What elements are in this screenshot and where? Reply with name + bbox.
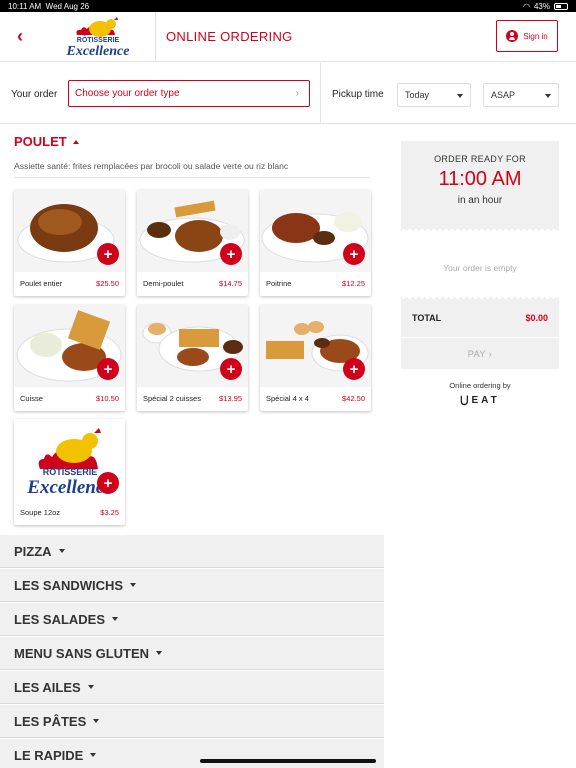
chevron-down-icon: [90, 753, 97, 757]
chevron-down-icon: [545, 94, 551, 98]
order-ready-box: ORDER READY FOR 11:00 AM in an hour: [401, 141, 559, 233]
chevron-down-icon: [58, 549, 65, 553]
status-bar: 10:11 AM Wed Aug 26 ◠ 43%: [0, 0, 576, 12]
battery-percent: 43%: [533, 1, 550, 11]
menu-item-card[interactable]: + Demi-poulet $14.75: [137, 190, 248, 296]
category-ailes[interactable]: LES AILES: [0, 671, 384, 704]
category-sandwichs[interactable]: LES SANDWICHS: [0, 569, 384, 602]
your-order-label: Your order: [11, 89, 58, 100]
restaurant-logo[interactable]: RÔTISSERIE Excellence: [40, 11, 156, 62]
chevron-down-icon: [112, 617, 119, 621]
wifi-icon: ◠: [523, 1, 530, 11]
ready-time: 11:00 AM: [438, 168, 522, 190]
order-options-bar: Your order Choose your order type › Pick…: [0, 63, 576, 124]
chevron-right-icon: ›: [295, 88, 299, 99]
sign-in-button[interactable]: Sign in: [496, 20, 558, 52]
menu-item-card[interactable]: + Spécial 2 cuisses $13.95: [137, 305, 248, 411]
page-title: ONLINE ORDERING: [166, 29, 293, 44]
cart-panel: ORDER READY FOR 11:00 AM in an hour Your…: [401, 141, 559, 406]
chevron-down-icon: [156, 651, 163, 655]
menu-item-card[interactable]: + Spécial 4 x 4 $42.50: [260, 305, 371, 411]
category-rapide[interactable]: LE RAPIDE: [0, 739, 384, 768]
category-salades[interactable]: LES SALADES: [0, 603, 384, 636]
zigzag-edge: [401, 229, 559, 233]
add-to-cart-button[interactable]: +: [220, 243, 242, 265]
chevron-down-icon: [87, 685, 94, 689]
cart-total: TOTAL $0.00: [401, 295, 559, 337]
status-time: 10:11 AM Wed Aug 26: [8, 1, 90, 11]
menu-item-card[interactable]: + Cuisse $10.50: [14, 305, 125, 411]
pickup-day-select[interactable]: Today: [397, 83, 471, 107]
pickup-time-label: Pickup time: [332, 89, 384, 100]
ueat-icon: ⋃: [460, 395, 472, 406]
powered-by-label: Online ordering by: [449, 381, 511, 390]
user-icon: [506, 30, 519, 42]
menu-item-card[interactable]: + Poitrine $12.25: [260, 190, 371, 296]
ueat-logo: ⋃EAT: [460, 395, 500, 406]
add-to-cart-button[interactable]: +: [220, 358, 242, 380]
battery-icon: [554, 2, 568, 10]
add-to-cart-button[interactable]: +: [343, 358, 365, 380]
divider: [320, 63, 321, 124]
add-to-cart-button[interactable]: +: [97, 358, 119, 380]
chevron-down-icon: [130, 583, 137, 587]
cart-empty-message: Your order is empty: [443, 263, 517, 273]
chevron-up-icon: [72, 139, 79, 144]
add-to-cart-button[interactable]: +: [97, 243, 119, 265]
app-header: ‹ RÔTISSERIE Excellence ONLINE ORDERING …: [0, 11, 576, 62]
home-indicator[interactable]: [200, 759, 376, 763]
category-sans-gluten[interactable]: MENU SANS GLUTEN: [0, 637, 384, 670]
divider: [14, 177, 370, 178]
menu-item-card[interactable]: RÔTISSERIE Excellence + Soupe 12oz $3.25: [14, 419, 125, 525]
menu-item-card[interactable]: + Poulet entier $25.50: [14, 190, 125, 296]
chevron-down-icon: [93, 719, 100, 723]
order-type-selector[interactable]: Choose your order type ›: [68, 80, 310, 107]
section-header-poulet[interactable]: POULET: [14, 134, 79, 149]
category-pizza[interactable]: PIZZA: [0, 535, 384, 568]
svg-text:Excellence: Excellence: [65, 44, 129, 59]
back-chevron-icon[interactable]: ‹: [0, 12, 40, 62]
menu-panel: POULET Assiette santé: frites remplacées…: [0, 124, 384, 768]
svg-text:RÔTISSERIE: RÔTISSERIE: [43, 466, 98, 477]
category-pates[interactable]: LES PÂTES: [0, 705, 384, 738]
zigzag-edge: [401, 295, 559, 299]
pickup-time-select[interactable]: ASAP: [483, 83, 559, 107]
pay-button[interactable]: PAY ›: [401, 338, 559, 369]
svg-text:RÔTISSERIE: RÔTISSERIE: [76, 35, 119, 44]
chevron-down-icon: [457, 94, 463, 98]
section-description: Assiette santé: frites remplacées par br…: [14, 161, 289, 171]
add-to-cart-button[interactable]: +: [97, 472, 119, 494]
add-to-cart-button[interactable]: +: [343, 243, 365, 265]
